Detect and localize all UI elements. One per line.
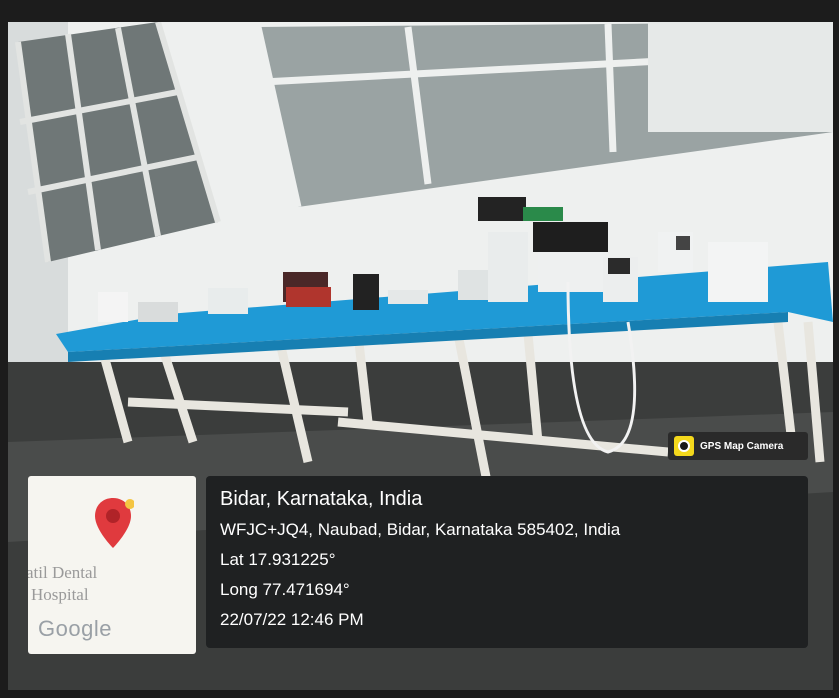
photo-frame: GPS Map Camera atil Dental l Hospital Go… [0,0,839,698]
address-line: WFJC+JQ4, Naubad, Bidar, Karnataka 58540… [220,520,621,539]
longitude: Long 77.471694° [220,580,350,599]
gps-map-camera-badge: GPS Map Camera [668,432,808,460]
google-logo: Google [38,616,112,641]
city-line: Bidar, Karnataka, India [220,488,423,510]
map-place-label: atil Dental l Hospital [28,563,98,604]
map-pin-icon [95,498,134,548]
gps-badge-label: GPS Map Camera [700,440,784,452]
latitude: Lat 17.931225° [220,550,336,569]
location-info-panel: Bidar, Karnataka, India WFJC+JQ4, Naubad… [206,476,808,648]
camera-pin-icon [674,436,694,456]
timestamp: 22/07/22 12:46 PM [220,610,364,629]
map-thumbnail: atil Dental l Hospital Google [28,476,196,654]
